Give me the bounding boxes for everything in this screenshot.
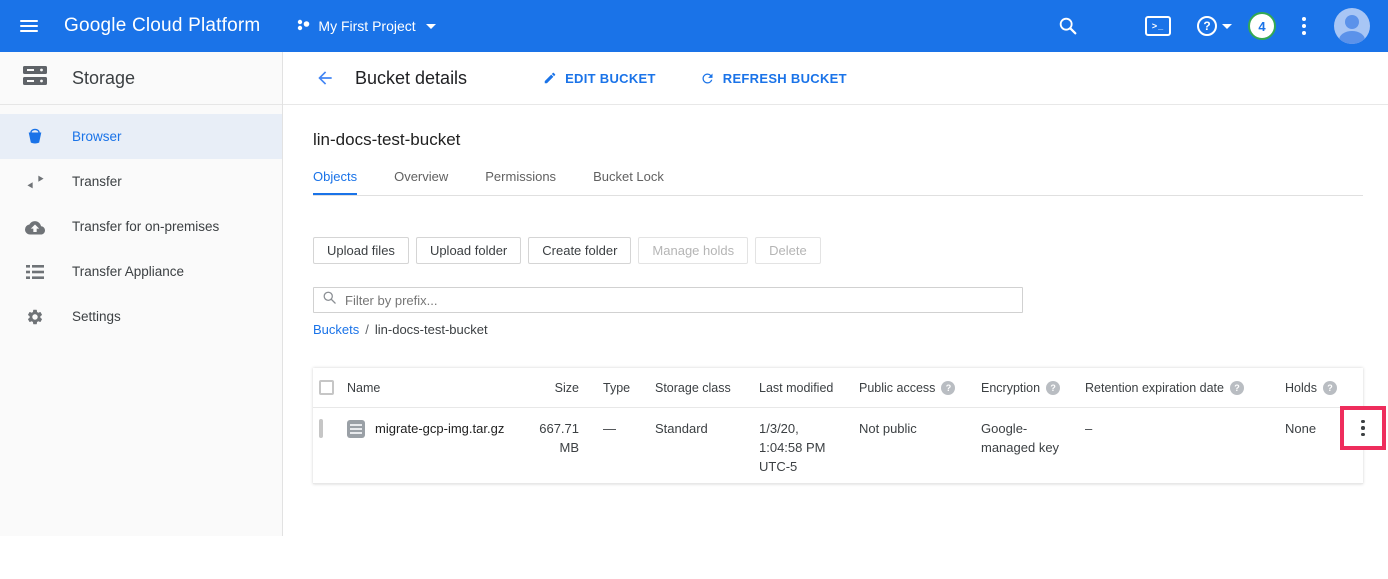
appliance-list-icon — [25, 264, 45, 280]
refresh-bucket-button[interactable]: REFRESH BUCKET — [700, 71, 847, 86]
manage-holds-button[interactable]: Manage holds — [638, 237, 748, 264]
sidebar: Storage Browser Transfer Transfer for on… — [0, 52, 283, 536]
column-header-public-access[interactable]: Public access — [851, 381, 973, 395]
delete-button[interactable]: Delete — [755, 237, 821, 264]
cell-type: — — [591, 408, 647, 439]
sidebar-item-label: Transfer — [72, 174, 122, 189]
chevron-down-icon — [426, 24, 436, 29]
select-all-checkbox[interactable] — [319, 380, 334, 395]
file-icon — [347, 420, 365, 438]
refresh-icon — [700, 71, 715, 86]
help-icon[interactable] — [1230, 381, 1244, 395]
upload-folder-button[interactable]: Upload folder — [416, 237, 521, 264]
project-name: My First Project — [318, 18, 415, 34]
table-header-row: Name Size Type Storage class Last modifi… — [313, 368, 1363, 408]
column-header-storage-class[interactable]: Storage class — [647, 381, 751, 395]
cell-holds: None — [1277, 408, 1337, 439]
column-header-type[interactable]: Type — [591, 381, 647, 395]
cell-public-access: Not public — [851, 408, 973, 439]
sidebar-item-label: Browser — [72, 129, 122, 144]
sidebar-item-settings[interactable]: Settings — [0, 294, 282, 339]
filter-prefix-box — [313, 287, 1023, 313]
sidebar-item-label: Transfer Appliance — [72, 264, 184, 279]
transfer-arrows-icon — [25, 174, 45, 190]
cell-last-modified: 1/3/20, 1:04:58 PM UTC-5 — [751, 408, 851, 477]
table-row: migrate-gcp-img.tar.gz 667.71 MB — Stand… — [313, 408, 1363, 484]
object-name-link[interactable]: migrate-gcp-img.tar.gz — [375, 420, 504, 439]
bucket-icon — [25, 128, 45, 146]
avatar[interactable] — [1334, 8, 1370, 44]
breadcrumb: Buckets / lin-docs-test-bucket — [313, 322, 1388, 337]
sidebar-item-transfer-appliance[interactable]: Transfer Appliance — [0, 249, 282, 294]
help-icon[interactable] — [1046, 381, 1060, 395]
pencil-icon — [543, 71, 557, 85]
cloud-upload-icon — [25, 219, 45, 235]
back-arrow-icon[interactable] — [315, 68, 335, 88]
cloud-project-icon — [296, 18, 310, 35]
row-menu-highlight — [1340, 406, 1386, 450]
breadcrumb-separator: / — [365, 322, 369, 337]
sidebar-item-label: Transfer for on-premises — [72, 219, 219, 234]
more-options-icon[interactable] — [1302, 17, 1306, 35]
filter-prefix-input[interactable] — [345, 293, 1022, 308]
tab-permissions[interactable]: Permissions — [485, 169, 556, 195]
edit-bucket-button[interactable]: EDIT BUCKET — [543, 71, 656, 86]
cell-storage-class: Standard — [647, 408, 751, 439]
cloud-shell-icon[interactable] — [1145, 16, 1171, 36]
row-more-options-icon[interactable] — [1361, 420, 1365, 437]
sidebar-item-transfer-on-premises[interactable]: Transfer for on-premises — [0, 204, 282, 249]
bucket-name: lin-docs-test-bucket — [313, 130, 1388, 150]
project-picker[interactable]: My First Project — [296, 18, 435, 35]
cell-encryption: Google-managed key — [973, 408, 1077, 458]
column-header-retention[interactable]: Retention expiration date — [1077, 381, 1277, 395]
tabs-divider — [313, 195, 1363, 196]
sidebar-item-transfer[interactable]: Transfer — [0, 159, 282, 204]
storage-product-icon — [22, 65, 48, 91]
column-header-holds[interactable]: Holds — [1277, 381, 1337, 395]
filter-search-icon — [322, 290, 337, 310]
breadcrumb-current: lin-docs-test-bucket — [375, 322, 488, 337]
sidebar-item-browser[interactable]: Browser — [0, 114, 282, 159]
gear-icon — [25, 308, 45, 326]
help-chevron-down-icon[interactable] — [1222, 24, 1232, 29]
column-header-last-modified[interactable]: Last modified — [751, 381, 851, 395]
search-icon[interactable] — [1057, 15, 1079, 37]
column-header-encryption[interactable]: Encryption — [973, 381, 1077, 395]
tab-bar: Objects Overview Permissions Bucket Lock — [313, 169, 1388, 195]
help-icon[interactable] — [1197, 16, 1217, 36]
object-actions-toolbar: Upload files Upload folder Create folder… — [313, 237, 1388, 264]
sidebar-product-title: Storage — [72, 68, 135, 89]
tab-objects[interactable]: Objects — [313, 169, 357, 195]
notifications-badge[interactable]: 4 — [1248, 12, 1276, 40]
breadcrumb-buckets-link[interactable]: Buckets — [313, 322, 359, 337]
column-header-size[interactable]: Size — [535, 381, 591, 395]
brand-logo[interactable]: Google Cloud Platform — [64, 15, 260, 37]
menu-icon[interactable] — [0, 20, 58, 32]
row-checkbox[interactable] — [319, 419, 323, 438]
objects-table: Name Size Type Storage class Last modifi… — [313, 368, 1363, 484]
page-title: Bucket details — [355, 68, 467, 89]
column-header-name[interactable]: Name — [347, 381, 535, 395]
cell-size: 667.71 MB — [535, 408, 591, 458]
top-app-bar: Google Cloud Platform My First Project 4 — [0, 0, 1388, 52]
upload-files-button[interactable]: Upload files — [313, 237, 409, 264]
help-icon[interactable] — [941, 381, 955, 395]
create-folder-button[interactable]: Create folder — [528, 237, 631, 264]
tab-bucket-lock[interactable]: Bucket Lock — [593, 169, 664, 195]
tab-overview[interactable]: Overview — [394, 169, 448, 195]
sidebar-item-label: Settings — [72, 309, 121, 324]
help-icon[interactable] — [1323, 381, 1337, 395]
page-header: Bucket details EDIT BUCKET REFRESH BUCKE… — [283, 52, 1388, 105]
sidebar-header: Storage — [0, 52, 282, 105]
cell-retention: – — [1077, 408, 1277, 439]
